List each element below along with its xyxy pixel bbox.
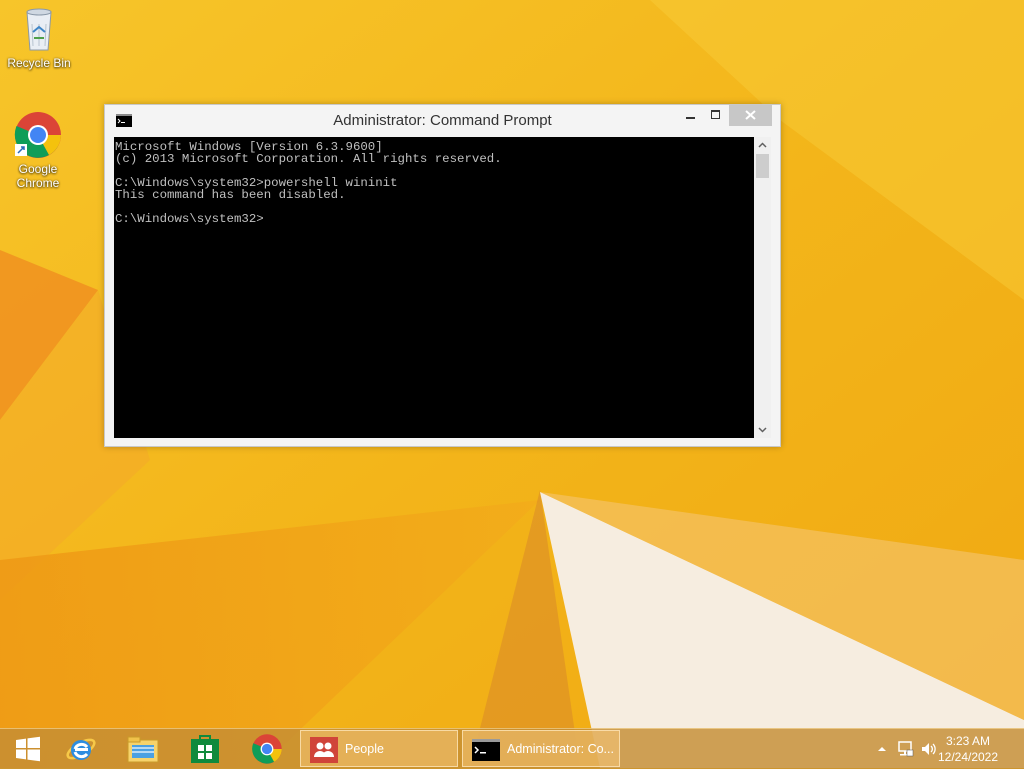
desktop-icon-recycle-bin[interactable]: Recycle Bin [1,6,77,70]
close-icon [745,110,756,120]
desktop-icon-google-chrome[interactable]: Google Chrome [0,110,76,190]
chevron-up-icon [758,142,767,148]
chrome-icon [14,112,61,158]
minimize-button[interactable] [677,105,703,126]
maximize-button[interactable] [703,105,729,126]
internet-explorer-icon [66,738,96,760]
cmd-icon [472,739,500,761]
vertical-scrollbar[interactable] [754,137,771,438]
start-button[interactable] [0,729,56,769]
taskbar-store[interactable] [177,729,233,769]
task-label: People [345,742,384,756]
taskbar: People Administrator: Co... 3:23 AM 12/2… [0,728,1024,769]
clock-time: 3:23 AM [945,734,991,748]
clock-date: 12/24/2022 [937,750,999,764]
scroll-thumb[interactable] [756,154,769,178]
task-label: Administrator: Co... [507,742,614,756]
show-hidden-icons-icon[interactable] [876,743,888,755]
recycle-bin-icon [26,8,52,51]
start-icon [16,736,40,762]
taskbar-internet-explorer[interactable] [53,729,109,769]
chrome-icon [252,734,282,764]
close-button[interactable] [729,105,772,126]
scroll-down-button[interactable] [754,421,771,438]
taskbar-task-people[interactable]: People [300,730,458,767]
taskbar-task-command-prompt[interactable]: Administrator: Co... [462,730,620,767]
network-icon[interactable] [897,740,915,758]
notification-area: 3:23 AM 12/24/2022 [868,729,1024,769]
people-icon [310,737,338,763]
clock[interactable]: 3:23 AM 12/24/2022 [918,733,1018,765]
store-icon [191,735,219,763]
command-prompt-window[interactable]: Administrator: Command Prompt Microsoft … [104,104,781,447]
scroll-up-button[interactable] [754,137,771,154]
taskbar-chrome[interactable] [239,729,295,769]
console-text: Microsoft Windows [Version 6.3.9600] (c)… [115,140,502,226]
desktop-icon-label: Google Chrome [16,162,60,190]
taskbar-file-explorer[interactable] [115,729,171,769]
window-titlebar[interactable]: Administrator: Command Prompt [105,105,780,137]
console-output[interactable]: Microsoft Windows [Version 6.3.9600] (c)… [114,137,754,438]
file-explorer-icon [127,736,159,763]
chevron-down-icon [758,427,767,433]
desktop-icon-label: Recycle Bin [7,56,71,70]
